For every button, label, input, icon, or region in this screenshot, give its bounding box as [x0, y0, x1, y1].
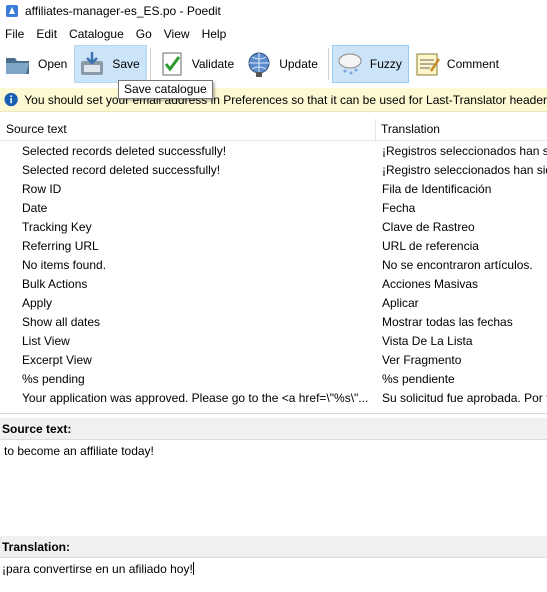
validate-check-icon	[162, 52, 182, 76]
list-row[interactable]: Excerpt View Ver Fragmento	[0, 351, 547, 370]
row-translation: Mostrar todas las fechas	[382, 315, 513, 329]
column-header-source[interactable]: Source text	[0, 119, 376, 140]
save-tooltip: Save catalogue	[118, 80, 213, 99]
list-row[interactable]: Bulk Actions Acciones Masivas	[0, 275, 547, 294]
row-translation: Fila de Identificación	[382, 182, 492, 196]
list-row[interactable]: Selected records deleted successfully! ¡R…	[0, 142, 547, 161]
save-button[interactable]: Save	[74, 45, 147, 83]
list-header: Source text Translation	[0, 119, 547, 141]
save-icon	[81, 52, 104, 75]
row-source: Excerpt View	[22, 353, 92, 367]
row-translation: %s pendiente	[382, 372, 455, 386]
list-row-selected[interactable]: Your application was approved. Please go…	[0, 389, 547, 408]
menu-edit[interactable]: Edit	[30, 24, 63, 44]
info-icon	[4, 92, 18, 107]
list-row[interactable]: Apply Aplicar	[0, 294, 547, 313]
folder-open-icon	[6, 58, 29, 74]
row-source: Referring URL	[22, 239, 99, 253]
menu-catalogue[interactable]: Catalogue	[63, 24, 130, 44]
list-row[interactable]: Date Fecha	[0, 199, 547, 218]
translation-list: Selected records deleted successfully! ¡R…	[0, 142, 547, 408]
fuzzy-label: Fuzzy	[369, 57, 402, 71]
toolbar-separator	[149, 48, 151, 80]
row-source: Row ID	[22, 182, 62, 196]
info-message: You should set your email address in Pre…	[24, 92, 547, 107]
row-source: Your application was approved. Please go…	[22, 391, 369, 405]
list-row[interactable]: Selected record deleted successfully! ¡Re…	[0, 161, 547, 180]
info-bar: You should set your email address in Pre…	[0, 88, 547, 112]
list-row[interactable]: Show all dates Mostrar todas las fechas	[0, 313, 547, 332]
toolbar: Open Save Validate Update Fuzzy Comment	[0, 44, 547, 84]
row-translation: ¡Registro seleccionados han sido elimina…	[382, 163, 547, 177]
row-source: Show all dates	[22, 315, 101, 329]
window-title: affiliates-manager-es_ES.po - Poedit	[25, 4, 221, 18]
list-row[interactable]: Tracking Key Clave de Rastreo	[0, 218, 547, 237]
list-row[interactable]: No items found. No se encontraron artícul…	[0, 256, 547, 275]
translation-editor-text: ¡para convertirse en un afiliado hoy!	[2, 562, 193, 576]
row-translation: Fecha	[382, 201, 416, 215]
row-translation: ¡Registros seleccionados han sido elimin…	[382, 144, 547, 158]
column-header-translation[interactable]: Translation	[376, 119, 547, 140]
row-translation: Vista De La Lista	[382, 334, 473, 348]
menu-help[interactable]: Help	[196, 24, 233, 44]
comment-notepad-icon	[416, 53, 440, 76]
row-translation: Ver Fragmento	[382, 353, 462, 367]
save-label: Save	[112, 57, 140, 71]
text-caret	[192, 562, 194, 575]
row-source: Tracking Key	[22, 220, 92, 234]
translation-editor[interactable]: ¡para convertirse en un afiliado hoy!	[0, 562, 547, 592]
list-row[interactable]: Referring URL URL de referencia	[0, 237, 547, 256]
update-globe-icon	[248, 52, 270, 77]
row-source: Selected record deleted successfully!	[22, 163, 221, 177]
row-translation: Su solicitud fue aprobada. Por favor	[382, 391, 547, 405]
comment-label: Comment	[446, 57, 499, 71]
row-source: Apply	[22, 296, 53, 310]
comment-button[interactable]: Comment	[409, 45, 506, 83]
toolbar-separator	[327, 48, 329, 80]
list-row[interactable]: Row ID Fila de Identificación	[0, 180, 547, 199]
fuzzy-toggle-button[interactable]: Fuzzy	[331, 45, 409, 83]
row-source: %s pending	[22, 372, 85, 386]
open-label: Open	[38, 57, 68, 71]
source-text-view: to become an affiliate today!	[4, 444, 154, 458]
row-source: Date	[22, 201, 48, 215]
source-pane-label: Source text:	[0, 418, 547, 440]
translation-pane-label: Translation:	[0, 536, 547, 558]
validate-label: Validate	[191, 57, 235, 71]
menu-bar: File Edit Catalogue Go View Help	[0, 24, 547, 44]
poedit-app-icon	[6, 5, 18, 17]
row-source: Selected records deleted successfully!	[22, 144, 227, 158]
fuzzy-cloud-icon	[338, 53, 362, 75]
row-translation: Aplicar	[382, 296, 419, 310]
row-source: Bulk Actions	[22, 277, 88, 291]
update-button[interactable]: Update	[241, 45, 325, 83]
open-button[interactable]: Open	[0, 45, 74, 83]
list-row[interactable]: List View Vista De La Lista	[0, 332, 547, 351]
row-source: No items found.	[22, 258, 107, 272]
title-bar: affiliates-manager-es_ES.po - Poedit	[0, 0, 547, 22]
row-translation: URL de referencia	[382, 239, 479, 253]
menu-go[interactable]: Go	[130, 24, 158, 44]
row-translation: No se encontraron artículos.	[382, 258, 533, 272]
row-source: List View	[22, 334, 70, 348]
row-translation: Clave de Rastreo	[382, 220, 475, 234]
validate-button[interactable]: Validate	[154, 45, 241, 83]
pane-splitter[interactable]	[0, 413, 547, 414]
menu-view[interactable]: View	[158, 24, 196, 44]
list-row[interactable]: %s pending %s pendiente	[0, 370, 547, 389]
row-translation: Acciones Masivas	[382, 277, 479, 291]
menu-file[interactable]: File	[0, 24, 30, 44]
update-label: Update	[279, 57, 318, 71]
